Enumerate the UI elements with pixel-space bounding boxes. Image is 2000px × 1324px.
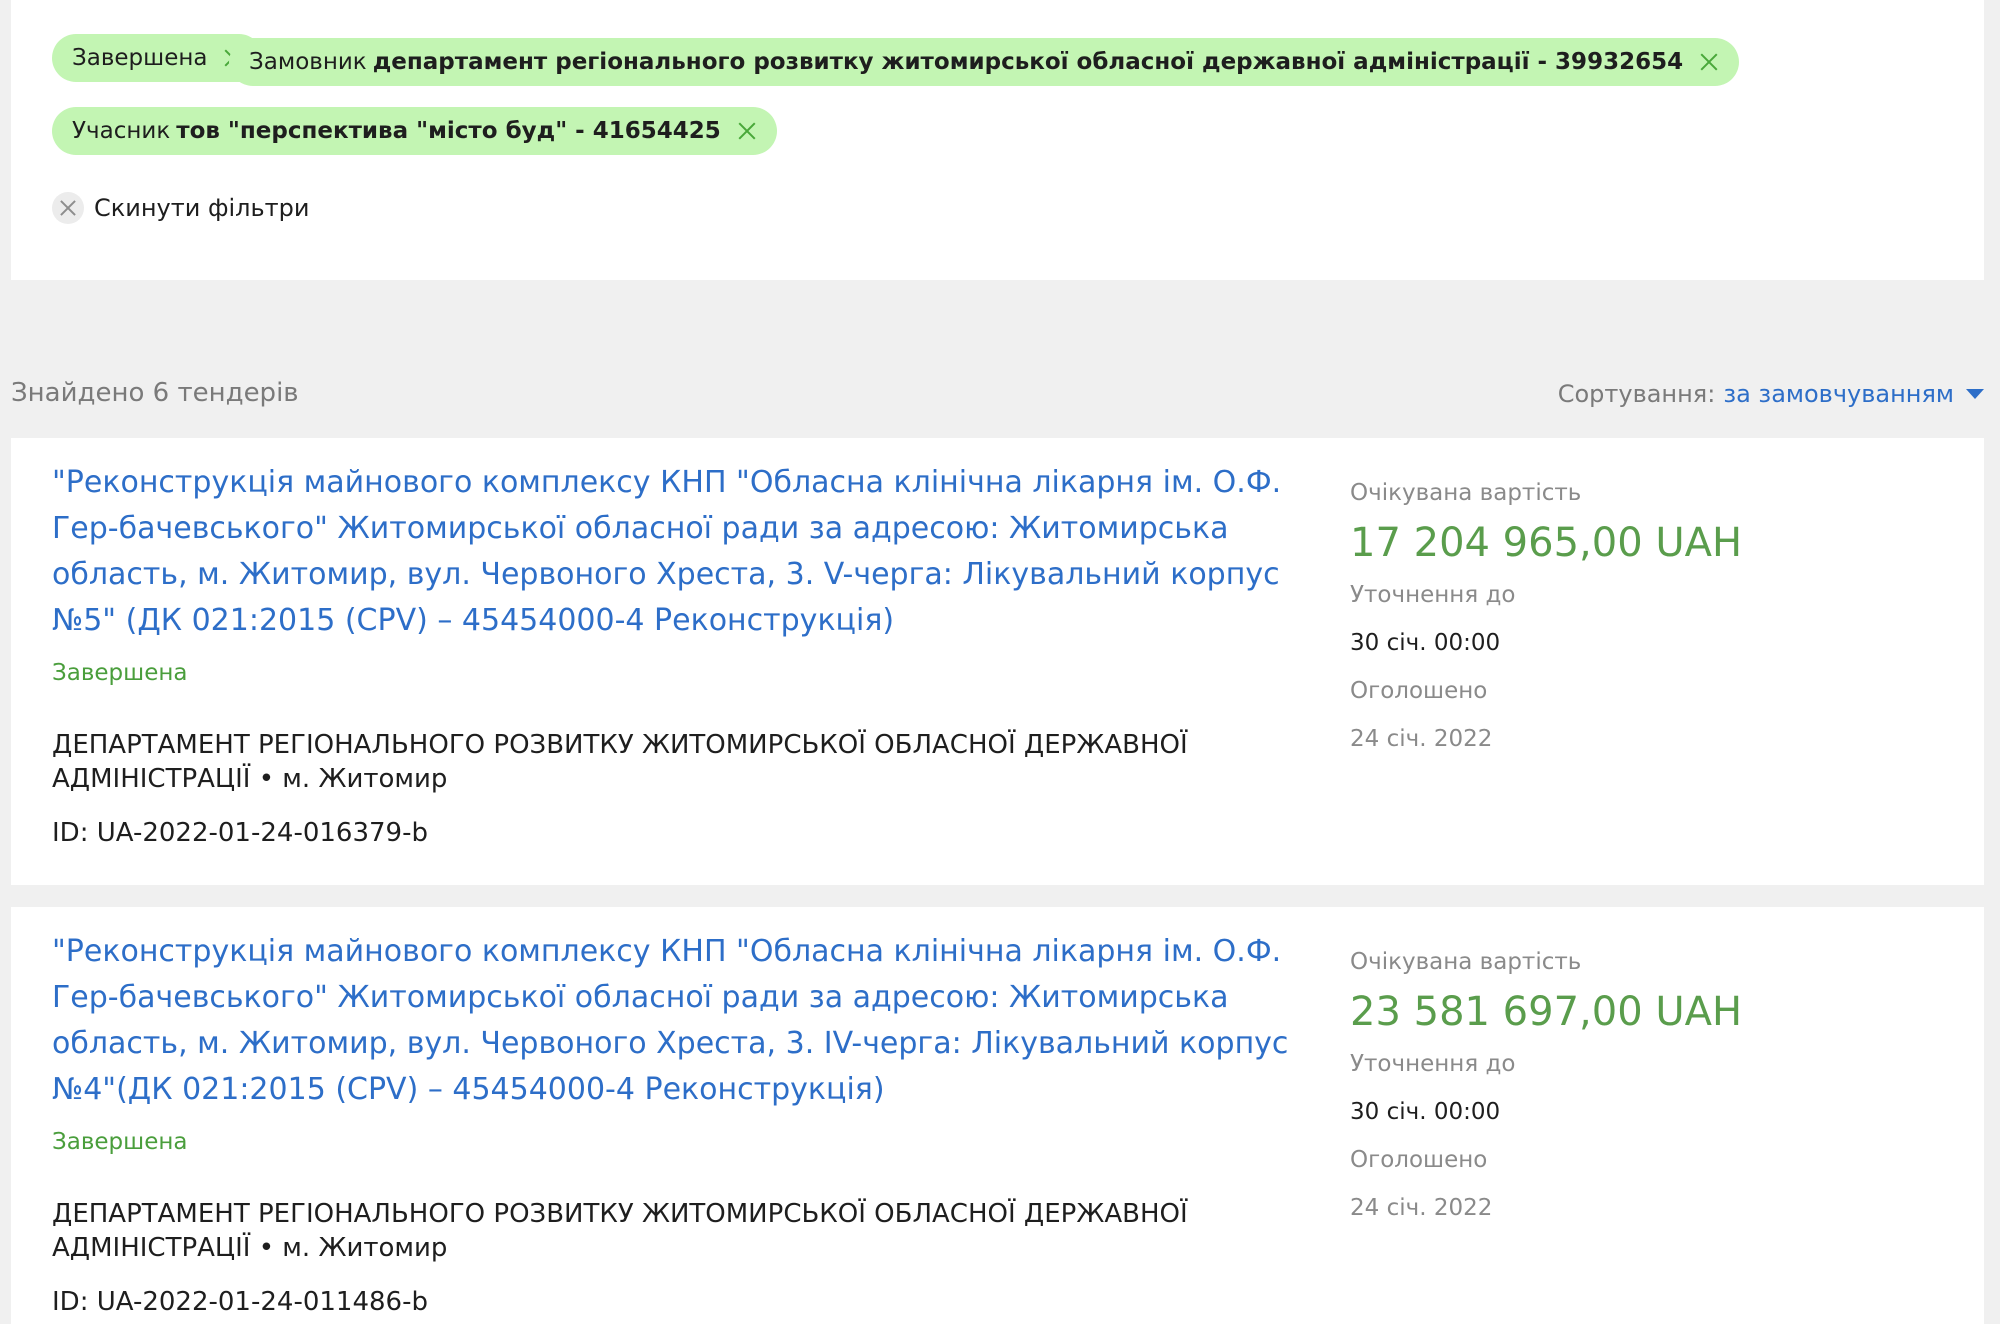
- active-filters-panel: Завершена Замовник департамент регіональ…: [11, 0, 1984, 280]
- tender-id: ID: UA-2022-01-24-011486-b: [52, 1287, 428, 1317]
- clarification-value: 30 січ. 00:00: [1350, 630, 1501, 656]
- results-count: Знайдено 6 тендерів: [11, 378, 299, 408]
- filter-chip-label: Учасник: [72, 118, 171, 144]
- expected-value-amount: 23 581 697,00 UAH: [1350, 989, 1743, 1035]
- expected-value-label: Очікувана вартість: [1350, 949, 1582, 975]
- sort-label: Сортування:: [1557, 380, 1716, 408]
- expected-value-amount: 17 204 965,00 UAH: [1350, 520, 1743, 566]
- tender-buyer: ДЕПАРТАМЕНТ РЕГІОНАЛЬНОГО РОЗВИТКУ ЖИТОМ…: [52, 730, 1188, 794]
- expected-value-label: Очікувана вартість: [1350, 480, 1582, 506]
- clarification-label: Уточнення до: [1350, 1051, 1516, 1077]
- announced-label: Оголошено: [1350, 1147, 1488, 1173]
- clarification-label: Уточнення до: [1350, 582, 1516, 608]
- filter-chip-label: Завершена: [72, 45, 208, 71]
- chevron-down-icon[interactable]: [1966, 389, 1984, 399]
- filter-chip-participant[interactable]: Учасник тов "перспектива "місто буд" - 4…: [52, 107, 777, 155]
- tender-title-link[interactable]: "Реконструкція майнового комплексу КНП "…: [52, 460, 1292, 644]
- filter-chip-value: департамент регіонального розвитку житом…: [372, 49, 1684, 75]
- announced-value: 24 січ. 2022: [1350, 1195, 1493, 1221]
- filter-chip-label: Замовник: [249, 49, 367, 75]
- tender-status: Завершена: [52, 660, 188, 686]
- close-icon[interactable]: [737, 121, 757, 141]
- clarification-value: 30 січ. 00:00: [1350, 1099, 1501, 1125]
- filter-chip-buyer[interactable]: Замовник департамент регіонального розви…: [229, 38, 1740, 86]
- tender-id: ID: UA-2022-01-24-016379-b: [52, 818, 428, 848]
- reset-filters-button[interactable]: Скинути фільтри: [52, 192, 309, 224]
- close-icon: [52, 192, 84, 224]
- sort-value[interactable]: за замовчуванням: [1723, 380, 1954, 408]
- tender-title-link[interactable]: "Реконструкція майнового комплексу КНП "…: [52, 929, 1292, 1113]
- close-icon[interactable]: [1699, 52, 1719, 72]
- tender-card: "Реконструкція майнового комплексу КНП "…: [11, 907, 1984, 1324]
- reset-filters-label: Скинути фільтри: [94, 194, 310, 222]
- announced-value: 24 січ. 2022: [1350, 726, 1493, 752]
- sort-control[interactable]: Сортування: за замовчуванням: [1558, 380, 1984, 408]
- announced-label: Оголошено: [1350, 678, 1488, 704]
- filter-chip-value: тов "перспектива "місто буд" - 41654425: [176, 118, 721, 144]
- tender-buyer: ДЕПАРТАМЕНТ РЕГІОНАЛЬНОГО РОЗВИТКУ ЖИТОМ…: [52, 1199, 1188, 1263]
- tender-card: "Реконструкція майнового комплексу КНП "…: [11, 438, 1984, 885]
- tender-status: Завершена: [52, 1129, 188, 1155]
